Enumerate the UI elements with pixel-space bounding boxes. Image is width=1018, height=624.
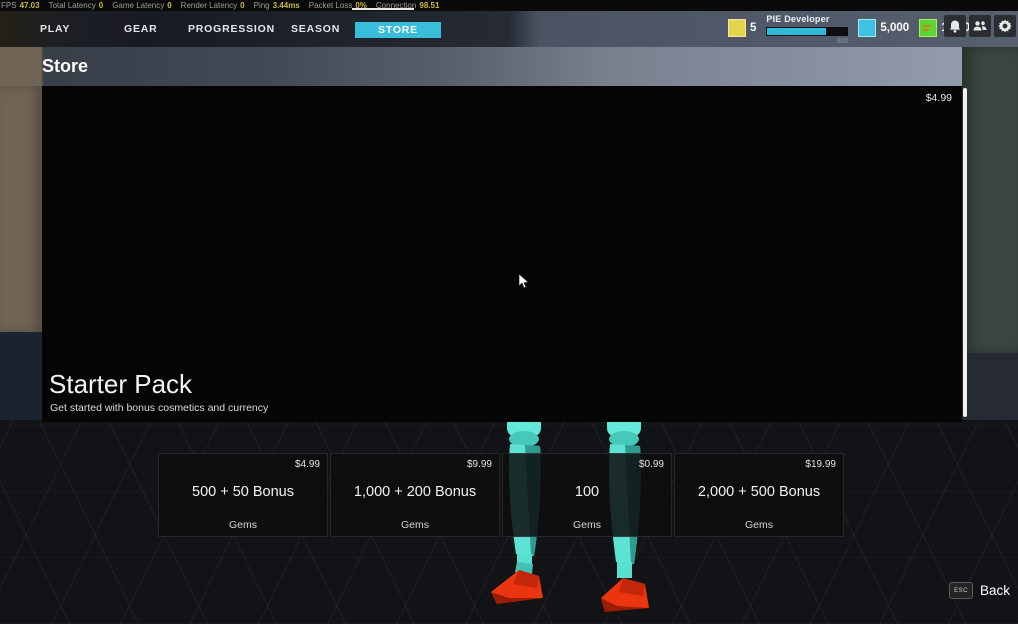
esc-key-icon: ESC — [949, 582, 973, 599]
tab-season[interactable]: SEASON — [291, 23, 340, 35]
token-currency-value: 5 — [750, 22, 756, 34]
featured-title: Starter Pack — [49, 369, 192, 400]
item-unit: Gems — [159, 519, 327, 531]
debug-stat: Total Latency0 — [49, 0, 104, 11]
store-item-card[interactable]: $9.99 1,000 + 200 Bonus Gems — [330, 453, 500, 537]
xp-progress-fill — [767, 28, 825, 35]
tab-store[interactable]: STORE — [355, 22, 441, 38]
player-hud: 5 PIE Developer 800 5,000 1,000 — [728, 14, 970, 48]
tab-progression[interactable]: PROGRESSION — [188, 23, 275, 35]
xp-progress-bar — [766, 27, 848, 36]
token-currency-icon — [728, 19, 746, 37]
item-price: $0.99 — [639, 459, 664, 470]
notifications-button[interactable] — [944, 15, 966, 37]
page-title: Store — [42, 56, 88, 77]
background-wall-band — [0, 47, 1018, 86]
settings-button[interactable] — [994, 15, 1016, 37]
featured-offer-panel[interactable]: $4.99 Starter Pack Get started with bonu… — [42, 86, 962, 422]
debug-stat: FPS47.03 — [1, 0, 40, 11]
store-item-card[interactable]: $4.99 500 + 50 Bonus Gems — [158, 453, 328, 537]
item-price: $19.99 — [805, 459, 836, 470]
gem-currency-value: 5,000 — [880, 22, 909, 34]
coin-currency-icon — [919, 19, 937, 37]
people-icon — [973, 20, 987, 32]
tab-gear[interactable]: GEAR — [124, 23, 158, 35]
debug-stat: Ping3.44ms — [254, 0, 300, 11]
xp-progress-label: 800 — [766, 38, 848, 45]
background-wall-right — [962, 47, 1018, 353]
tab-play[interactable]: PLAY — [40, 23, 70, 35]
background-wall-left — [0, 86, 42, 332]
item-unit: Gems — [675, 519, 843, 531]
debug-highlight-bar — [352, 8, 414, 10]
player-name: PIE Developer — [766, 14, 848, 24]
featured-subtitle: Get started with bonus cosmetics and cur… — [50, 402, 268, 414]
mouse-cursor — [518, 274, 530, 290]
item-amount: 1,000 + 200 Bonus — [331, 484, 499, 500]
item-amount: 2,000 + 500 Bonus — [675, 484, 843, 500]
store-item-row: $4.99 500 + 50 Bonus Gems $9.99 1,000 + … — [158, 453, 846, 537]
item-unit: Gems — [331, 519, 499, 531]
debug-stat: Render Latency0 — [181, 0, 245, 11]
back-label: Back — [980, 583, 1010, 598]
debug-stats-bar: FPS47.03 Total Latency0 Game Latency0 Re… — [0, 0, 1018, 11]
background-wall-left-dark — [0, 332, 42, 422]
store-item-card[interactable]: $19.99 2,000 + 500 Bonus Gems — [674, 453, 844, 537]
item-price: $9.99 — [467, 459, 492, 470]
back-button[interactable]: ESC Back — [949, 582, 1010, 599]
gem-currency-icon — [858, 19, 876, 37]
featured-scrollbar[interactable] — [963, 88, 967, 417]
featured-price: $4.99 — [926, 92, 952, 104]
social-button[interactable] — [969, 15, 991, 37]
gear-icon — [998, 19, 1012, 33]
item-price: $4.99 — [295, 459, 320, 470]
store-item-card[interactable]: $0.99 100 Gems — [502, 453, 672, 537]
bell-icon — [949, 20, 961, 33]
background-wall-right-dark — [962, 353, 1018, 422]
debug-stat: Game Latency0 — [112, 0, 171, 11]
item-amount: 500 + 50 Bonus — [159, 484, 327, 500]
hud-buttons — [944, 15, 1016, 37]
item-amount: 100 — [503, 484, 671, 500]
item-unit: Gems — [503, 519, 671, 531]
